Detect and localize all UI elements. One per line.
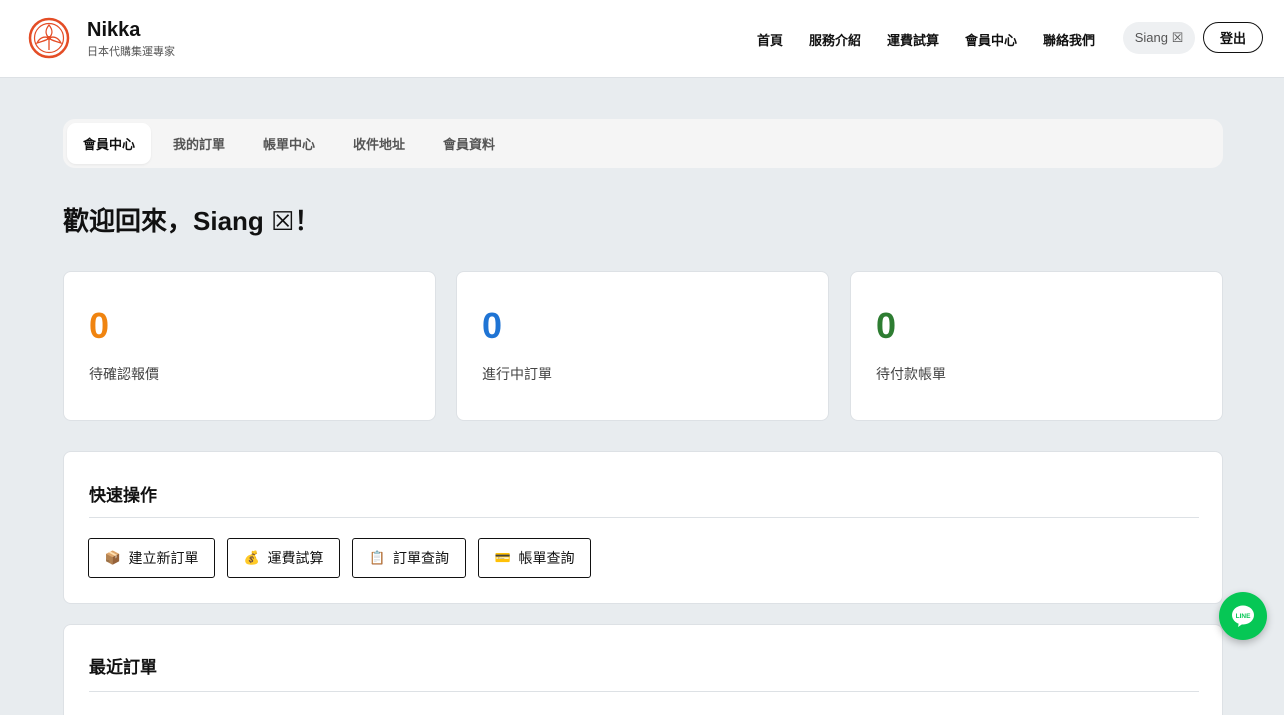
nav-contact[interactable]: 聯絡我們: [1043, 30, 1095, 49]
tab-my-orders[interactable]: 我的訂單: [159, 123, 239, 164]
shipping-calculator-button[interactable]: 💰 運費試算: [227, 538, 340, 578]
stat-card-unpaid-bills[interactable]: 0 待付款帳單: [850, 271, 1223, 421]
tab-addresses[interactable]: 收件地址: [339, 123, 419, 164]
nav-shipping-calculator[interactable]: 運費試算: [887, 30, 939, 49]
stat-value: 0: [482, 305, 503, 346]
recent-orders-title: 最近訂單: [89, 658, 157, 677]
tab-billing[interactable]: 帳單中心: [249, 123, 329, 164]
brand-name: Nikka: [87, 19, 141, 41]
clipboard-icon: 📋: [369, 550, 386, 565]
tab-profile[interactable]: 會員資料: [429, 123, 509, 164]
stat-label: 待付款帳單: [876, 366, 946, 382]
divider: [89, 517, 1199, 518]
site-header: Nikka 日本代購集運專家 首頁 服務介紹 運費試算 會員中心 聯絡我們 Si…: [0, 0, 1284, 78]
line-chat-button[interactable]: LINE: [1219, 592, 1267, 640]
line-chat-icon: LINE: [1232, 605, 1254, 627]
welcome-heading: 歡迎回來，Siang ☒！: [63, 206, 321, 236]
order-lookup-button[interactable]: 📋 訂單查詢: [352, 538, 466, 578]
stat-label: 進行中訂單: [482, 366, 552, 382]
stat-label: 待確認報價: [89, 366, 159, 382]
button-label: 訂單查詢: [393, 550, 449, 566]
divider: [89, 691, 1199, 692]
stat-value: 0: [89, 305, 110, 346]
user-badge[interactable]: Siang ☒: [1123, 22, 1195, 54]
nikka-logo-icon[interactable]: [28, 17, 70, 59]
stat-value: 0: [876, 305, 897, 346]
button-label: 運費試算: [267, 550, 324, 566]
stat-card-pending-quotes[interactable]: 0 待確認報價: [63, 271, 436, 421]
recent-orders-panel: 最近訂單: [63, 624, 1223, 715]
svg-text:LINE: LINE: [1236, 613, 1251, 620]
logout-button[interactable]: 登出: [1203, 22, 1263, 53]
tab-member-center[interactable]: 會員中心: [67, 123, 151, 164]
nav-home[interactable]: 首頁: [757, 30, 783, 49]
package-icon: 📦: [104, 550, 121, 565]
stat-card-active-orders[interactable]: 0 進行中訂單: [456, 271, 829, 421]
money-bag-icon: 💰: [243, 550, 260, 565]
nav-services[interactable]: 服務介紹: [809, 30, 861, 49]
brand-tagline: 日本代購集運專家: [87, 46, 175, 58]
quick-actions-title: 快速操作: [89, 486, 157, 505]
credit-card-icon: 💳: [494, 550, 511, 565]
member-tabs: 會員中心 我的訂單 帳單中心 收件地址 會員資料: [63, 119, 1223, 168]
button-label: 帳單查詢: [518, 550, 575, 566]
bill-lookup-button[interactable]: 💳 帳單查詢: [478, 538, 591, 578]
create-order-button[interactable]: 📦 建立新訂單: [88, 538, 215, 578]
button-label: 建立新訂單: [128, 550, 199, 566]
nav-member-center[interactable]: 會員中心: [965, 30, 1017, 49]
quick-actions-panel: 快速操作 📦 建立新訂單 💰 運費試算 📋 訂單查詢 💳 帳單查詢: [63, 451, 1223, 604]
